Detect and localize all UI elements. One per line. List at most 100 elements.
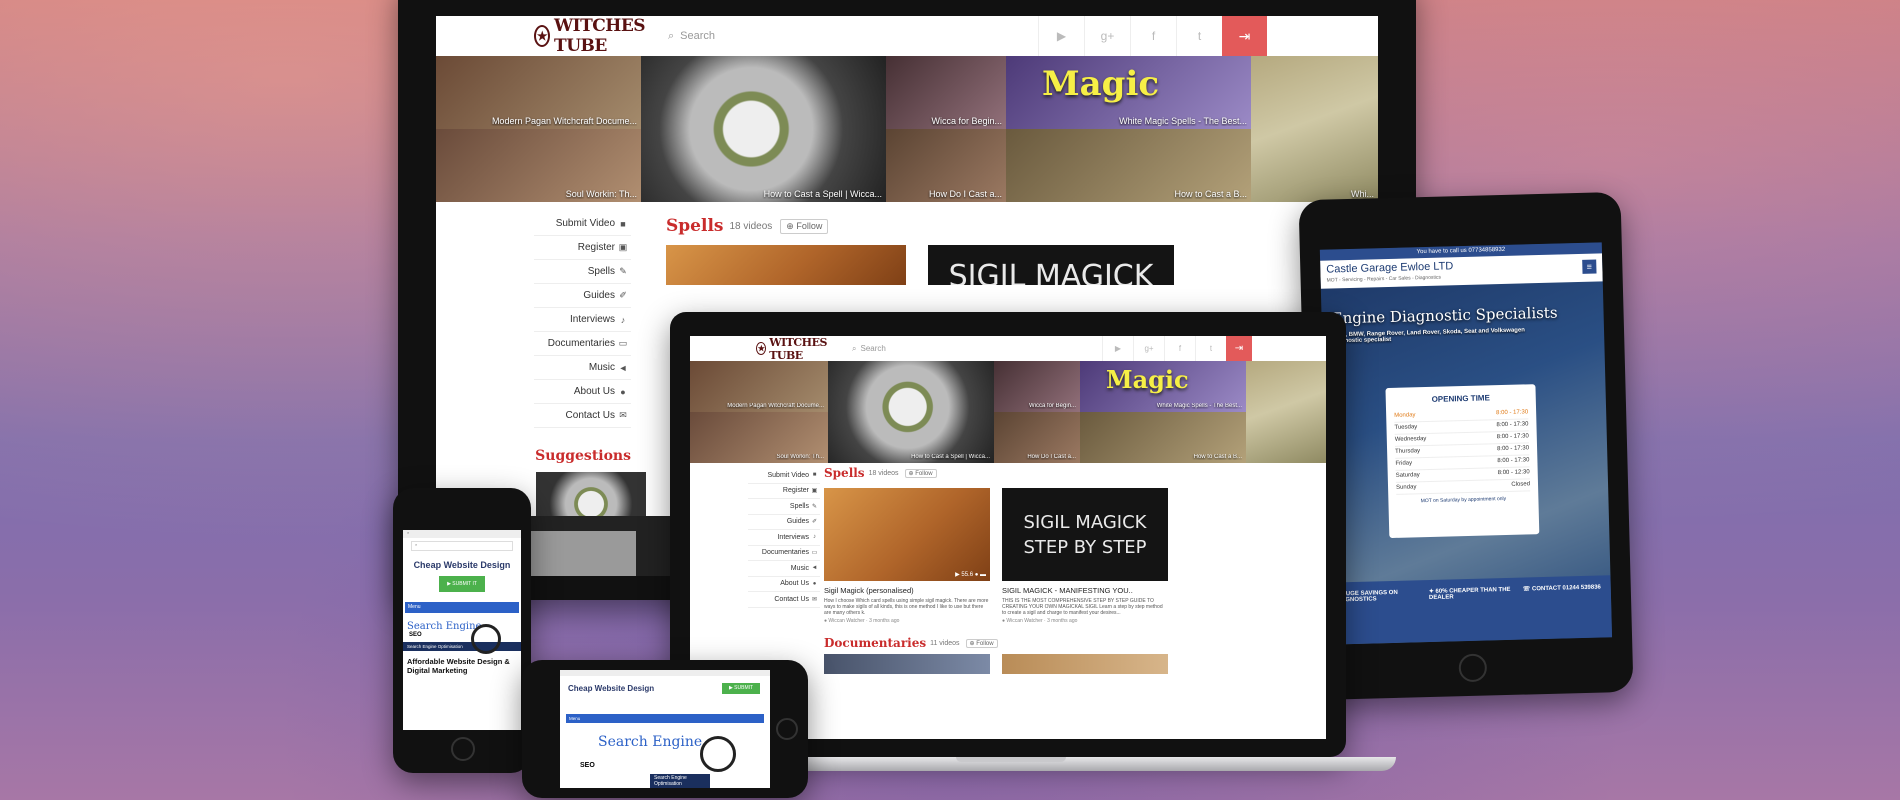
featured-tile[interactable]: How to Cast a Spell | Wicca...	[641, 56, 886, 202]
pencil-icon: ✎	[811, 503, 818, 510]
sidebar-item-about-us[interactable]: About Us ●	[748, 577, 820, 592]
microphone-icon: ♪	[620, 314, 626, 325]
video-thumbnail[interactable]	[666, 245, 906, 285]
sidebar-item-guides[interactable]: Guides ✐	[534, 284, 631, 308]
logout-button[interactable]: ⇥	[1226, 336, 1252, 361]
featured-tile[interactable]: How Do I Cast a...	[994, 412, 1080, 463]
hours-day: Sunday	[1395, 484, 1417, 491]
sidebar-item-register[interactable]: Register ▣	[534, 236, 631, 260]
sidebar-item-interviews[interactable]: Interviews ♪	[748, 530, 820, 546]
sidebar-item-contact-us[interactable]: Contact Us ✉	[748, 592, 820, 608]
footer-gray-band	[516, 531, 636, 576]
video-thumbnail[interactable]: SIGIL MAGICK	[928, 245, 1174, 285]
sidebar-item-documentaries[interactable]: Documentaries ▭	[748, 546, 820, 561]
video-thumbnail[interactable]: ▶ 55.6 ● ▬	[824, 488, 990, 581]
feature-contact: ☏ CONTACT 01244 539836	[1522, 584, 1601, 593]
follow-button[interactable]: ⊕ Follow	[965, 638, 998, 648]
video-thumbnail[interactable]	[1002, 654, 1168, 674]
phone-menu-bar[interactable]: Menu	[566, 714, 764, 723]
featured-tile[interactable]: Whi...	[1251, 56, 1378, 202]
menu-icon[interactable]: ≡	[1582, 259, 1597, 274]
submit-button[interactable]: ▶ SUBMIT	[722, 683, 760, 694]
sidebar-item-documentaries[interactable]: Documentaries ▭	[534, 332, 631, 356]
featured-tile[interactable]: Wicca for Begin...	[886, 56, 1006, 129]
hours-time: 8:00 - 17:30	[1496, 409, 1529, 417]
phone-home-button[interactable]	[776, 718, 798, 740]
twitter-icon[interactable]: t	[1176, 16, 1222, 56]
sidebar-item-music[interactable]: Music ◄	[534, 356, 631, 380]
speaker-icon: ◄	[811, 565, 818, 572]
featured-tile[interactable]: Soul Workin: Th...	[436, 129, 641, 202]
phone-search[interactable]: ⌕	[411, 541, 513, 551]
video-meta: ● Wiccan Watcher · 3 months ago	[1002, 618, 1078, 624]
tablet-home-button[interactable]	[1458, 653, 1488, 683]
pencil-icon: ✎	[619, 266, 627, 276]
youtube-icon[interactable]: ▶	[1102, 336, 1133, 361]
phone-home-button[interactable]	[451, 737, 475, 761]
video-thumbnail[interactable]: SIGIL MAGICK STEP BY STEP	[1002, 488, 1168, 581]
featured-tile[interactable]	[1246, 361, 1326, 463]
sidebar-item-spells[interactable]: Spells ✎	[748, 499, 820, 515]
documentaries-header: Documentaries 11 videos ⊕ Follow	[824, 636, 998, 650]
logout-button[interactable]: ⇥	[1222, 16, 1267, 56]
video-title[interactable]: Sigil Magick (personalised)	[824, 586, 914, 595]
phone-horizontal-screen: Cheap Website Design ▶ SUBMIT Menu Searc…	[560, 670, 770, 788]
hours-time: 8:00 - 17:30	[1496, 433, 1529, 441]
featured-tile[interactable]: Modern Pagan Witchcraft Docume...	[690, 361, 828, 412]
sidebar-item-submit-video[interactable]: Submit Video ■	[534, 212, 631, 236]
sidebar-item-guides[interactable]: Guides ✐	[748, 515, 820, 530]
twitter-icon[interactable]: t	[1195, 336, 1226, 361]
featured-tile[interactable]: Magic White Magic Spells - The Best...	[1080, 361, 1246, 412]
submit-button[interactable]: ▶ SUBMIT IT	[439, 576, 485, 592]
phone-horizontal: Cheap Website Design ▶ SUBMIT Menu Searc…	[522, 660, 808, 798]
featured-tile[interactable]: Soul Workin: Th...	[690, 412, 828, 463]
monitor-icon: ▭	[811, 550, 818, 557]
hours-day: Wednesday	[1394, 436, 1427, 443]
facebook-icon[interactable]: f	[1164, 336, 1195, 361]
sidebar-item-interviews[interactable]: Interviews ♪	[534, 308, 631, 332]
phone-url-bar: ⌕	[403, 530, 521, 538]
pentagram-icon: ★	[534, 25, 551, 47]
google-plus-icon[interactable]: g+	[1133, 336, 1164, 361]
search-input[interactable]: ⌕ Search	[668, 30, 1038, 43]
site-logo[interactable]: ★ WITCHES TUBE	[534, 16, 654, 56]
featured-tile[interactable]: How Do I Cast a...	[886, 129, 1006, 202]
featured-videos-strip: Modern Pagan Witchcraft Docume... How to…	[436, 56, 1378, 202]
spells-header: Spells 18 videos ⊕ Follow	[824, 466, 937, 480]
google-plus-icon[interactable]: g+	[1084, 16, 1130, 56]
site-logo[interactable]: ★ WITCHES TUBE	[756, 336, 840, 362]
search-input[interactable]: ⌕ Search	[852, 344, 1102, 354]
video-camera-icon: ■	[620, 218, 626, 229]
magic-title: Magic	[1106, 365, 1189, 394]
youtube-icon[interactable]: ▶	[1038, 16, 1084, 56]
lock-icon: ▣	[811, 488, 818, 495]
sidebar-item-music[interactable]: Music ◄	[748, 561, 820, 577]
video-title[interactable]: SIGIL MAGICK - MANIFESTING YOU..	[1002, 586, 1133, 595]
video-stats: ▶ 55.6 ● ▬	[955, 572, 986, 578]
sidebar-item-register[interactable]: Register ▣	[748, 484, 820, 499]
video-thumbnail[interactable]	[824, 654, 990, 674]
site-header: ★ WITCHES TUBE ⌕ Search ▶ g+ f t ⇥	[436, 16, 1378, 57]
featured-tile[interactable]: How to Cast a B...	[1080, 412, 1246, 463]
featured-tile[interactable]: Modern Pagan Witchcraft Docume...	[436, 56, 641, 129]
opening-hours-row: Sunday Closed	[1395, 479, 1531, 495]
hours-day: Friday	[1395, 460, 1413, 467]
featured-tile[interactable]: Magic White Magic Spells - The Best...	[1006, 56, 1251, 129]
featured-tile[interactable]: How to Cast a Spell | Wicca...	[828, 361, 994, 463]
sidebar-item-submit-video[interactable]: Submit Video ■	[748, 468, 820, 484]
sidebar-item-contact-us[interactable]: Contact Us ✉	[534, 404, 631, 428]
phone-menu-bar[interactable]: Menu	[405, 602, 519, 613]
sidebar-item-spells[interactable]: Spells ✎	[534, 260, 631, 284]
phone-footer-text: Affordable Website Design & Digital Mark…	[407, 657, 510, 675]
envelope-icon: ✉	[811, 596, 818, 603]
phone-vertical: ⌕ ⌕ Cheap Website Design ▶ SUBMIT IT Men…	[393, 488, 531, 773]
hours-time: 8:00 - 17:30	[1496, 445, 1530, 453]
follow-button[interactable]: ⊕ Follow	[904, 468, 937, 478]
featured-tile[interactable]: Wicca for Begin...	[994, 361, 1080, 412]
hours-time: Closed	[1511, 481, 1531, 488]
sidebar-item-about-us[interactable]: About Us ●	[534, 380, 631, 404]
featured-tile[interactable]: How to Cast a B...	[1006, 129, 1251, 202]
follow-button[interactable]: ⊕ Follow	[780, 218, 829, 234]
facebook-icon[interactable]: f	[1130, 16, 1176, 56]
search-icon: ⌕	[852, 343, 857, 353]
